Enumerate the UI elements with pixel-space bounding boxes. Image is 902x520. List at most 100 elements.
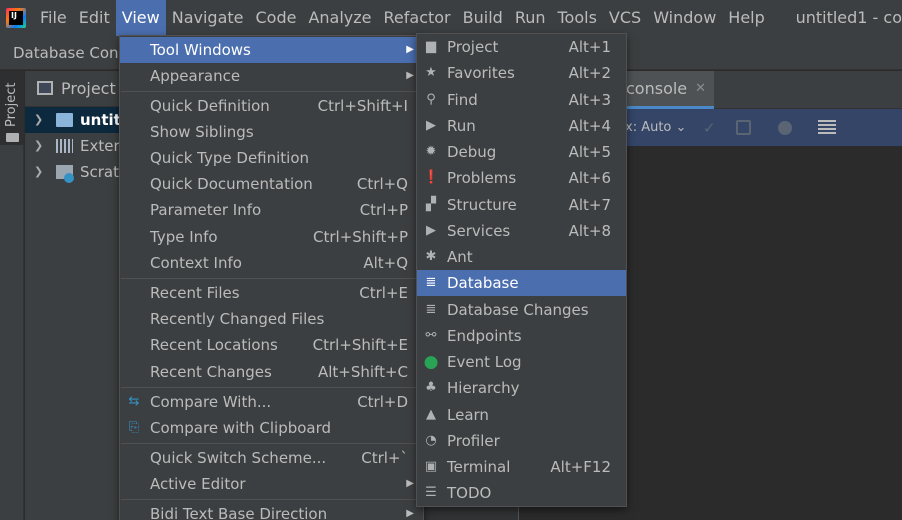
commit-icon[interactable]: ✓ — [703, 119, 720, 137]
menu-item-label: Project — [447, 38, 499, 56]
menu-item-quick-documentation[interactable]: Quick Documentation Ctrl+Q — [120, 171, 423, 197]
chevron-right-icon[interactable]: ❯ — [34, 133, 43, 159]
menu-tools[interactable]: Tools — [552, 0, 603, 36]
menu-item-terminal[interactable]: ▣ Terminal Alt+F12 — [417, 454, 626, 480]
chevron-right-icon[interactable]: ❯ — [34, 107, 43, 133]
library-icon — [56, 139, 73, 153]
menu-item-compare-with[interactable]: ⇆ Compare With... Ctrl+D — [120, 389, 423, 415]
menu-item-recent-files[interactable]: Recent Files Ctrl+E — [120, 280, 423, 306]
menu-item-active-editor[interactable]: Active Editor ▶ — [120, 471, 423, 497]
menu-item-ant[interactable]: ✱ Ant — [417, 244, 626, 270]
tab-console[interactable]: console ✕ — [618, 71, 715, 109]
menu-item-todo[interactable]: ☰ TODO — [417, 480, 626, 506]
menu-file[interactable]: File — [34, 0, 73, 36]
menu-item-context-info[interactable]: Context Info Alt+Q — [120, 250, 423, 276]
menu-item-problems[interactable]: ❗ Problems Alt+6 — [417, 165, 626, 191]
menu-item-recently-changed-files[interactable]: Recently Changed Files — [120, 306, 423, 332]
menu-vcs[interactable]: VCS — [603, 0, 647, 36]
terminal-icon: ▣ — [424, 459, 438, 474]
breadcrumb[interactable]: Database Conso — [13, 36, 136, 70]
menu-item-debug[interactable]: ✹ Debug Alt+5 — [417, 139, 626, 165]
menu-item-shortcut: Alt+Q — [363, 254, 408, 272]
menu-item-bidi-text-base-direction[interactable]: Bidi Text Base Direction ▶ — [120, 501, 423, 520]
menu-item-run[interactable]: ▶ Run Alt+4 — [417, 113, 626, 139]
menu-item-label: Favorites — [447, 64, 515, 82]
learn-icon: ▲ — [426, 407, 436, 422]
close-icon[interactable]: ✕ — [695, 71, 706, 107]
transaction-mode-dropdown[interactable]: x: Auto ⌄ — [625, 109, 686, 146]
database-icon: ≣ — [425, 275, 437, 290]
structure-icon: ▞ — [426, 197, 436, 212]
project-panel-header: Project — [25, 71, 125, 107]
menu-item-quick-definition[interactable]: Quick Definition Ctrl+Shift+I — [120, 93, 423, 119]
submenu-arrow-icon: ▶ — [406, 508, 414, 519]
hierarchy-icon: ♣ — [425, 380, 437, 395]
menu-build[interactable]: Build — [457, 0, 509, 36]
menu-navigate[interactable]: Navigate — [166, 0, 250, 36]
menu-item-label: Appearance — [150, 67, 241, 85]
compare-clipboard-icon: ⎘ — [128, 420, 140, 435]
menu-item-label: Problems — [447, 169, 517, 187]
menu-item-appearance[interactable]: Appearance ▶ — [120, 63, 423, 89]
menu-separator — [121, 387, 422, 388]
menu-item-project[interactable]: ▆ Project Alt+1 — [417, 34, 626, 60]
menu-item-event-log[interactable]: ● Event Log — [417, 349, 626, 375]
menu-item-label: Quick Definition — [150, 97, 270, 115]
menu-item-label: Context Info — [150, 254, 242, 272]
menu-help[interactable]: Help — [722, 0, 770, 36]
menu-item-database-changes[interactable]: ≣ Database Changes — [417, 297, 626, 323]
menu-item-shortcut: Ctrl+Shift+E — [312, 336, 408, 354]
menu-item-shortcut: Ctrl+D — [357, 393, 408, 411]
event-log-icon: ● — [423, 352, 439, 372]
submenu-arrow-icon: ▶ — [406, 478, 414, 489]
menu-item-endpoints[interactable]: ⚯ Endpoints — [417, 323, 626, 349]
menu-item-profiler[interactable]: ◔ Profiler — [417, 428, 626, 454]
table-view-icon[interactable] — [818, 120, 836, 135]
menu-item-label: Hierarchy — [447, 379, 520, 397]
menu-item-recent-locations[interactable]: Recent Locations Ctrl+Shift+E — [120, 332, 423, 358]
menu-code[interactable]: Code — [250, 0, 303, 36]
menu-item-favorites[interactable]: ★ Favorites Alt+2 — [417, 60, 626, 86]
menu-refactor[interactable]: Refactor — [378, 0, 457, 36]
menu-item-label: Endpoints — [447, 327, 522, 345]
menu-item-quick-type-definition[interactable]: Quick Type Definition — [120, 145, 423, 171]
menu-window[interactable]: Window — [647, 0, 722, 36]
menu-run[interactable]: Run — [509, 0, 552, 36]
menu-item-services[interactable]: ▶ Services Alt+8 — [417, 218, 626, 244]
menu-edit[interactable]: Edit — [73, 0, 116, 36]
menu-item-label: Compare with Clipboard — [150, 419, 332, 437]
chevron-right-icon[interactable]: ❯ — [34, 159, 43, 185]
menu-separator — [121, 91, 422, 92]
menu-analyze[interactable]: Analyze — [302, 0, 377, 36]
tree-row-scratches[interactable]: ❯ Scrato — [25, 159, 125, 185]
compare-icon: ⇆ — [128, 394, 140, 409]
project-panel-title[interactable]: Project — [61, 71, 116, 107]
menu-item-label: Recent Changes — [150, 363, 272, 381]
menu-view[interactable]: View — [115, 0, 166, 36]
menu-item-type-info[interactable]: Type Info Ctrl+Shift+P — [120, 224, 423, 250]
menu-item-database[interactable]: ≣ Database — [417, 270, 626, 296]
menu-item-shortcut: Ctrl+` — [361, 449, 408, 467]
menu-item-parameter-info[interactable]: Parameter Info Ctrl+P — [120, 197, 423, 223]
stop-icon[interactable] — [778, 121, 792, 135]
menu-item-shortcut: Ctrl+P — [359, 201, 408, 219]
tree-row-project-root[interactable]: ❯ untitl — [25, 107, 125, 133]
menu-item-show-siblings[interactable]: Show Siblings — [120, 119, 423, 145]
menu-item-compare-with-clipboard[interactable]: ⎘ Compare with Clipboard — [120, 415, 423, 441]
database-changes-icon: ≣ — [425, 302, 437, 317]
menu-item-quick-switch-scheme[interactable]: Quick Switch Scheme... Ctrl+` — [120, 445, 423, 471]
tree-row-external-libraries[interactable]: ❯ Extern — [25, 133, 125, 159]
menu-item-learn[interactable]: ▲ Learn — [417, 402, 626, 428]
menu-item-tool-windows[interactable]: Tool Windows ▶ — [120, 37, 423, 63]
menu-item-find[interactable]: ⚲ Find Alt+3 — [417, 87, 626, 113]
stripe-project-button[interactable]: Project — [0, 71, 24, 145]
menu-separator — [121, 278, 422, 279]
logo-text: IJ — [11, 11, 17, 20]
menu-item-label: Find — [447, 91, 478, 109]
rollback-icon[interactable] — [736, 120, 751, 135]
menu-item-structure[interactable]: ▞ Structure Alt+7 — [417, 192, 626, 218]
services-icon: ▶ — [426, 223, 436, 238]
menu-item-hierarchy[interactable]: ♣ Hierarchy — [417, 375, 626, 401]
menu-item-recent-changes[interactable]: Recent Changes Alt+Shift+C — [120, 359, 423, 385]
menu-item-label: Structure — [447, 196, 517, 214]
